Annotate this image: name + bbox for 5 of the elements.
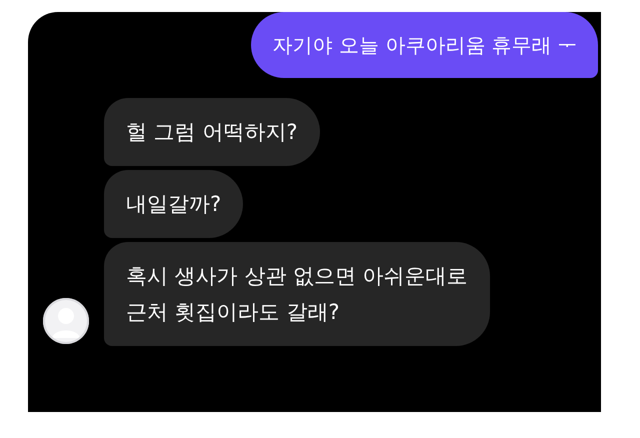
received-message: 내일갈까? — [104, 170, 244, 238]
received-message: 헐 그럼 어떡하지? — [104, 98, 320, 166]
avatar-icon — [43, 298, 89, 344]
sent-message: 자기야 오늘 아쿠아리움 휴무래 ᅮ — [250, 12, 598, 78]
received-message: 혹시 생사가 상관 없으면 아쉬운대로 근처 횟집이라도 갈래? — [104, 242, 490, 346]
